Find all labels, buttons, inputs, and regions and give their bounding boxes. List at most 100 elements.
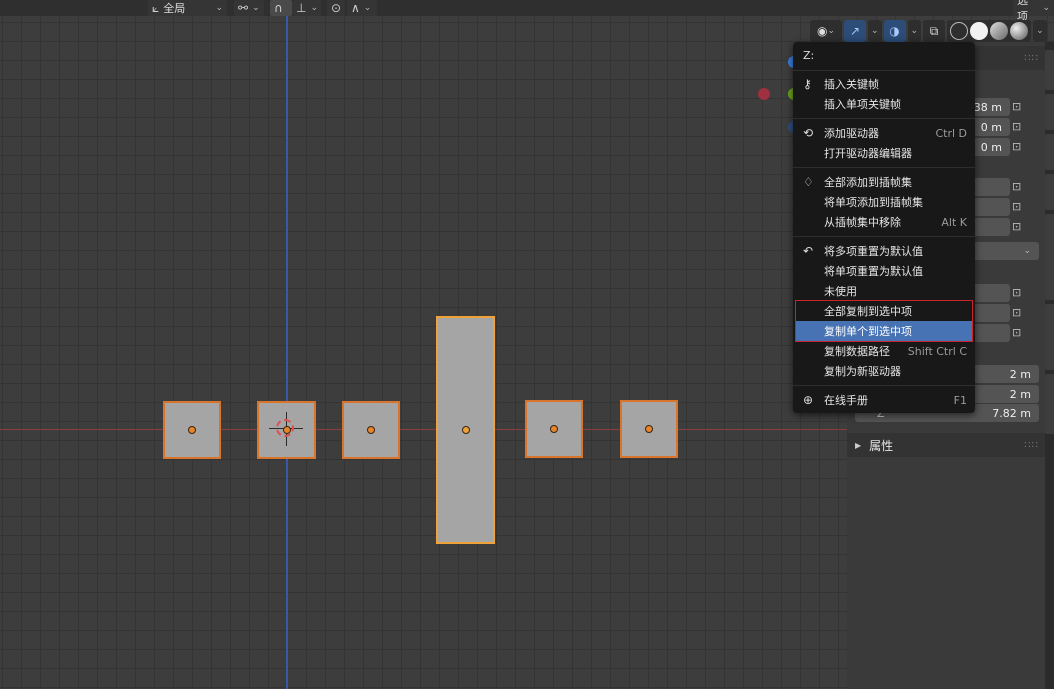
- lock-icon[interactable]: ⊡: [1012, 326, 1026, 339]
- menu-item-add-driver[interactable]: ⟲ 添加驱动器 Ctrl D: [795, 123, 973, 143]
- menu-item-online-manual[interactable]: ⊕ 在线手册 F1: [795, 390, 973, 410]
- menu-item-copy-as-new-driver[interactable]: 复制为新驱动器: [795, 361, 973, 381]
- transform-orientation-dropdown[interactable]: ⟀ 全局 ⌄: [148, 0, 227, 16]
- menu-item-label: 插入单项关键帧: [824, 98, 901, 111]
- menu-item-copy-all-to-selected[interactable]: 全部复制到选中项: [795, 301, 973, 321]
- menu-item-reset-single-to-default[interactable]: 将单项重置为默认值: [795, 261, 973, 281]
- lock-icon[interactable]: ⊡: [1012, 180, 1026, 193]
- sidebar-tab-tool[interactable]: [1045, 94, 1054, 130]
- keyframe-insert-icon: ⚷: [803, 77, 812, 91]
- menu-item-shortcut: Alt K: [941, 215, 967, 229]
- menu-item-insert-keyframes[interactable]: ⚷ 插入关键帧: [795, 74, 973, 94]
- falloff-curve-icon: ∧: [351, 1, 360, 15]
- menu-item-copy-single-to-selected[interactable]: 复制单个到选中项: [795, 321, 973, 341]
- menu-item-reset-all-to-default[interactable]: ↶ 将多项重置为默认值: [795, 241, 973, 261]
- viewport-header: ⟀ 全局 ⌄ ⚯ ⌄ ∩ ⊥ ⌄ ⊙ ∧ ⌄ 选项 ⌄: [0, 0, 1054, 23]
- chevron-down-icon: ⌄: [1023, 246, 1031, 256]
- properties-panel-title: 属性: [869, 438, 894, 453]
- gizmo-neg-x-axis[interactable]: [758, 88, 770, 100]
- rendered-shading-icon[interactable]: [1010, 22, 1029, 40]
- origin-point: [462, 426, 470, 434]
- menu-separator: [793, 167, 975, 168]
- menu-item-label: 在线手册: [824, 394, 868, 407]
- properties-panel-header[interactable]: ▶ 属性 ∷∷: [847, 433, 1045, 457]
- drag-handle-icon[interactable]: ∷∷: [1024, 440, 1039, 451]
- menu-item-label: 从插帧集中移除: [824, 216, 901, 229]
- menu-title: Z:: [803, 49, 815, 62]
- menu-item-copy-data-path[interactable]: 复制数据路径 Shift Ctrl C: [795, 341, 973, 361]
- orientation-icon: ⟀: [152, 1, 160, 15]
- drag-handle-icon[interactable]: ∷∷: [1024, 53, 1039, 64]
- expand-triangle-icon: ▶: [855, 440, 862, 450]
- overlay-toggle[interactable]: ◑: [883, 20, 906, 42]
- visibility-dropdown[interactable]: ◉ ⌄: [810, 20, 842, 42]
- transform-orientation-label: 全局: [163, 2, 186, 15]
- chevron-down-icon: ⌄: [363, 3, 372, 13]
- gizmo-dropdown[interactable]: ⌄: [868, 20, 882, 42]
- lock-icon[interactable]: ⊡: [1012, 220, 1026, 233]
- reset-icon: ↶: [803, 244, 814, 258]
- sidebar-tab-4[interactable]: [1045, 174, 1054, 210]
- lock-icon[interactable]: ⊡: [1012, 100, 1026, 113]
- origin-point: [188, 426, 196, 434]
- sidebar-tab-rigify[interactable]: [1045, 304, 1054, 370]
- pivot-icon: ⚯: [238, 1, 249, 15]
- lock-icon[interactable]: ⊡: [1012, 120, 1026, 133]
- origin-point: [645, 425, 653, 433]
- menu-item-add-all-to-keying-set[interactable]: ♢ 全部添加到插帧集: [795, 172, 973, 192]
- lock-icon[interactable]: ⊡: [1012, 286, 1026, 299]
- menu-item-shortcut: F1: [953, 393, 967, 407]
- material-shading-icon[interactable]: [990, 22, 1009, 40]
- lock-icon[interactable]: ⊡: [1012, 140, 1026, 153]
- menu-separator: [793, 70, 975, 71]
- wireframe-shading-icon[interactable]: [950, 22, 969, 40]
- origin-point: [550, 425, 558, 433]
- menu-item-label: 复制单个到选中项: [824, 325, 912, 338]
- chevron-down-icon: ⌄: [1042, 3, 1050, 13]
- sidebar-tab-item[interactable]: [1045, 50, 1054, 90]
- options-dropdown[interactable]: 选项 ⌄: [1013, 0, 1054, 23]
- menu-item-label: 将单项添加到插帧集: [824, 196, 923, 209]
- lock-icon[interactable]: ⊡: [1012, 200, 1026, 213]
- overlay-dropdown[interactable]: ⌄: [907, 20, 922, 42]
- viewport-overlay-toolbar: ◉ ⌄ ↗ ⌄ ◑ ⌄ ⧉ ⌄: [810, 20, 1049, 42]
- menu-item-insert-single-keyframe[interactable]: 插入单项关键帧: [795, 94, 973, 114]
- menu-item-label: 复制为新驱动器: [824, 365, 901, 378]
- menu-separator: [793, 118, 975, 119]
- chevron-down-icon: ⌄: [1036, 26, 1044, 36]
- menu-item-label: 打开驱动器编辑器: [824, 147, 912, 160]
- snap-toggle[interactable]: ∩: [270, 0, 292, 16]
- proportional-edit-icon: ⊙: [331, 1, 342, 15]
- menu-item-add-single-to-keying-set[interactable]: 将单项添加到插帧集: [795, 192, 973, 212]
- menu-item-open-drivers-editor[interactable]: 打开驱动器编辑器: [795, 143, 973, 163]
- chevron-down-icon: ⌄: [252, 3, 260, 13]
- sidebar-tab-animation-layers[interactable]: [1045, 214, 1054, 300]
- xray-icon: ⧉: [929, 23, 939, 38]
- menu-item-label: 插入关键帧: [824, 78, 879, 91]
- solid-shading-icon[interactable]: [970, 22, 989, 40]
- menu-separator: [793, 385, 975, 386]
- xray-toggle[interactable]: ⧉: [923, 20, 946, 42]
- shading-dropdown[interactable]: ⌄: [1033, 20, 1047, 42]
- origin-point: [367, 426, 375, 434]
- dimension-z-value: 7.82 m: [992, 406, 1031, 420]
- menu-item-remove-from-keying-set[interactable]: 从插帧集中移除 Alt K: [795, 212, 973, 232]
- sidebar-tab-animate[interactable]: [1045, 374, 1054, 434]
- menu-item-unset[interactable]: 未使用: [795, 281, 973, 301]
- sidebar-tabs: [1045, 42, 1054, 689]
- proportional-edit-toggle[interactable]: ⊙: [327, 0, 345, 16]
- snap-target-dropdown[interactable]: ⊥ ⌄: [292, 0, 321, 16]
- eye-icon: ◉: [816, 24, 828, 38]
- chevron-down-icon: ⌄: [215, 3, 223, 13]
- keying-set-icon: ♢: [803, 175, 814, 189]
- chevron-down-icon: ⌄: [871, 26, 879, 36]
- lock-icon[interactable]: ⊡: [1012, 306, 1026, 319]
- menu-item-shortcut: Shift Ctrl C: [907, 344, 967, 358]
- menu-item-label: 全部复制到选中项: [824, 305, 912, 318]
- pivot-point-dropdown[interactable]: ⚯ ⌄: [234, 0, 264, 16]
- sidebar-tab-view[interactable]: [1045, 134, 1054, 170]
- gizmo-toggle[interactable]: ↗: [844, 20, 866, 42]
- menu-item-shortcut: Ctrl D: [935, 126, 967, 140]
- falloff-dropdown[interactable]: ∧ ⌄: [347, 0, 377, 16]
- shading-modes: [947, 20, 1032, 42]
